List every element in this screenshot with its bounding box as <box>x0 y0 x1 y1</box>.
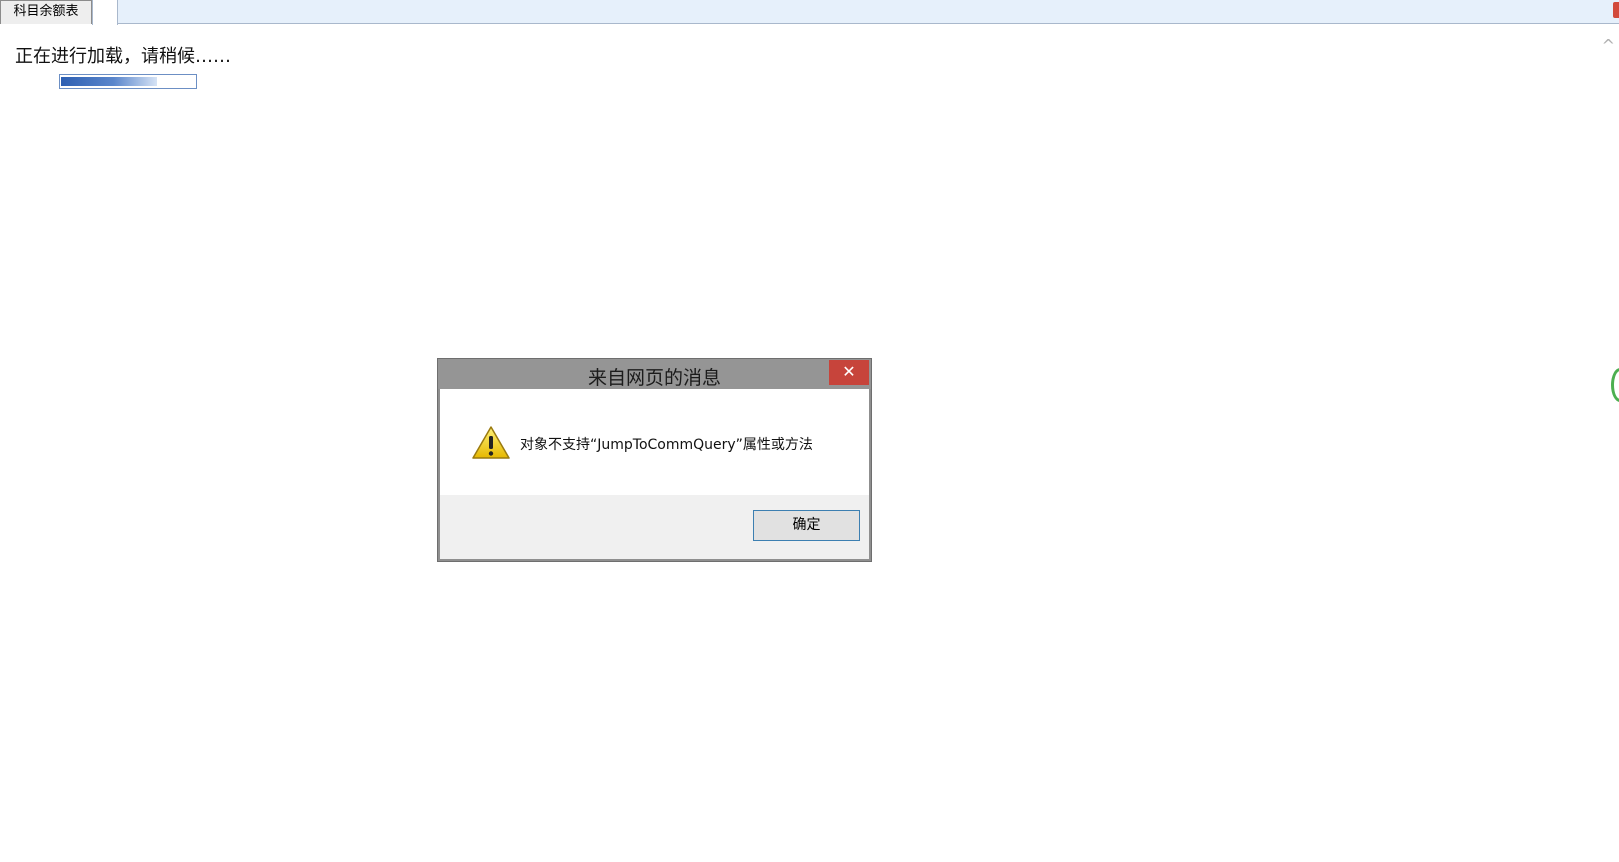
dialog-title: 来自网页的消息 <box>587 367 721 389</box>
dialog-titlebar[interactable]: 来自网页的消息 ✕ <box>438 359 871 389</box>
loading-progress-bar <box>59 74 197 89</box>
warning-icon <box>472 426 510 459</box>
edge-app-icon <box>1613 2 1619 18</box>
tab-new-blank[interactable] <box>92 0 118 25</box>
dialog-footer: 确定 <box>440 495 869 559</box>
progress-fill <box>61 77 157 86</box>
side-floating-icon[interactable] <box>1611 368 1619 402</box>
scroll-up-icon[interactable]: ^ <box>1602 36 1615 55</box>
tab-bar: 科目余额表 <box>0 0 1619 25</box>
close-button[interactable]: ✕ <box>829 360 869 385</box>
ok-button[interactable]: 确定 <box>753 510 860 541</box>
alert-dialog: 来自网页的消息 ✕ 对象不支持“JumpToCommQuery”属性或方法 确定 <box>437 358 872 562</box>
tab-account-balance[interactable]: 科目余额表 <box>0 0 92 24</box>
dialog-body: 对象不支持“JumpToCommQuery”属性或方法 <box>440 389 869 495</box>
dialog-message: 对象不支持“JumpToCommQuery”属性或方法 <box>520 437 813 453</box>
loading-message: 正在进行加载，请稍候…… <box>15 46 231 67</box>
